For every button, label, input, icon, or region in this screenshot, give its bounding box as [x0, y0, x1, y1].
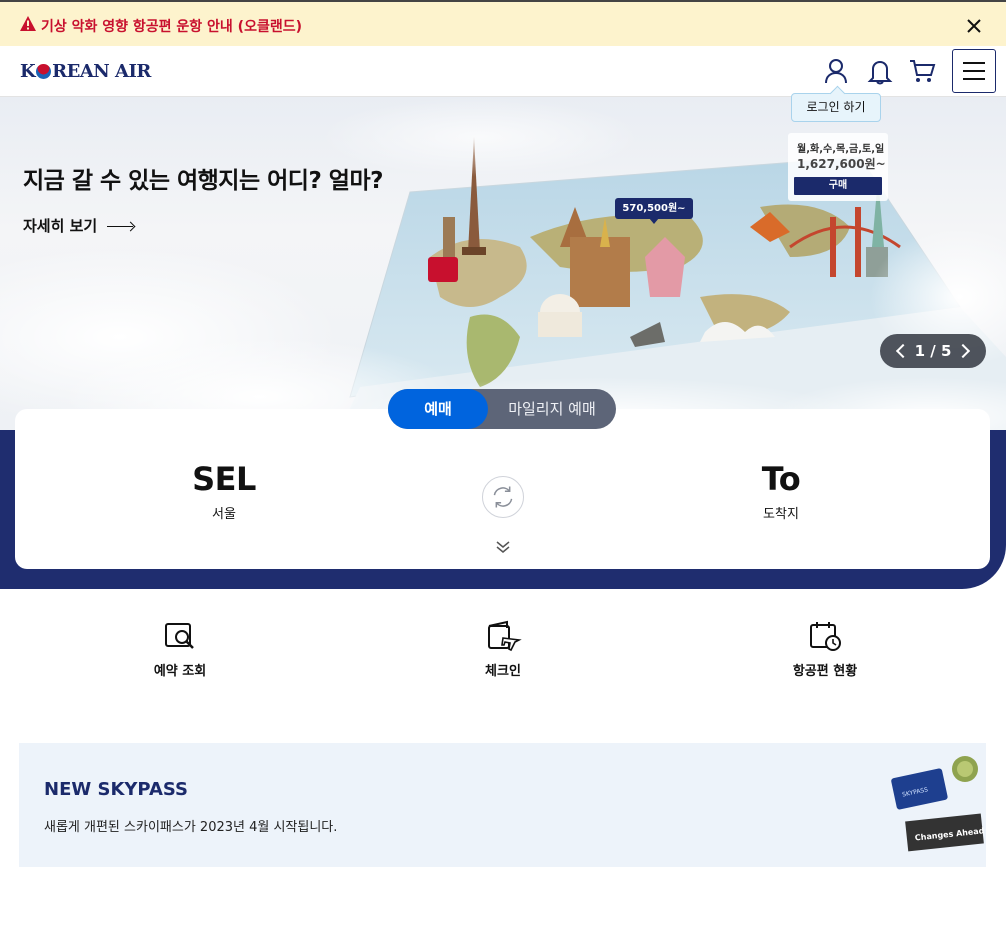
site-header: K REAN AIR [0, 46, 1006, 97]
bell-icon[interactable] [866, 57, 894, 85]
menu-line [963, 78, 985, 80]
fare-days: 월,화,수,목,금,토,일 [797, 144, 885, 155]
menu-icon[interactable] [952, 49, 996, 93]
banner-title: NEW SKYPASS [44, 779, 189, 800]
quick-booking-search[interactable]: 예약 조회 [110, 620, 250, 679]
chevron-double-down-icon[interactable] [495, 540, 511, 554]
weather-alert-bar: 기상 악화 영향 항공편 운항 안내 (오클랜드) [0, 0, 1006, 46]
logo-text-k: K [20, 60, 36, 82]
fare-price: 1,627,600원~ [797, 157, 886, 171]
pager-current: 1 [914, 342, 926, 360]
quick-flight-status[interactable]: 항공편 현황 [755, 620, 895, 679]
checkin-icon [488, 620, 522, 652]
destination-city: 도착지 [763, 507, 799, 522]
hero-pager: 1 / 5 [880, 334, 986, 368]
close-icon[interactable] [964, 16, 984, 36]
hero-more-link[interactable]: 자세히 보기 [23, 215, 135, 236]
skypass-card-illustration: SKYPASS Changes Ahead [891, 756, 985, 852]
hero-more-label: 자세히 보기 [23, 217, 98, 235]
booking-tabs: 예매 마일리지 예매 [388, 389, 616, 429]
quick-checkin[interactable]: 체크인 [433, 620, 573, 679]
origin-city: 서울 [212, 507, 236, 522]
chevron-left-icon[interactable] [895, 343, 911, 359]
hero-banner[interactable]: 지금 갈 수 있는 여행지는 어디? 얼마? 자세히 보기 570,500원~ … [0, 97, 1006, 430]
swap-icon[interactable] [482, 476, 524, 518]
flight-status-icon [810, 622, 841, 651]
fare-ad-card: 월,화,수,목,금,토,일 1,627,600원~ 구매 [788, 133, 888, 201]
banner-description: 새롭게 개편된 스카이패스가 2023년 4월 시작됩니다. [44, 820, 338, 835]
destination-airport[interactable]: To 도착지 [701, 460, 861, 522]
origin-airport[interactable]: SEL 서울 [144, 460, 304, 522]
tab-booking[interactable]: 예매 [388, 389, 488, 429]
login-tooltip[interactable]: 로그인 하기 [791, 93, 881, 122]
alert-message[interactable]: 기상 악화 영향 항공편 운항 안내 (오클랜드) [41, 16, 302, 36]
origin-code: SEL [192, 460, 256, 498]
quick-booking-search-label: 예약 조회 [153, 664, 207, 679]
warning-icon [20, 16, 36, 31]
menu-line [963, 62, 985, 64]
pager-separator: / [930, 342, 936, 360]
korean-air-logo[interactable]: K REAN AIR [20, 59, 151, 83]
cart-icon[interactable] [908, 57, 936, 85]
quick-checkin-label: 체크인 [485, 664, 521, 679]
price-tag: 570,500원~ [615, 198, 693, 224]
hero-title: 지금 갈 수 있는 여행지는 어디? 얼마? [23, 168, 383, 194]
skypass-banner[interactable]: NEW SKYPASS 새롭게 개편된 스카이패스가 2023년 4월 시작됩니… [19, 743, 986, 867]
booking-search-icon [165, 623, 194, 649]
taegeuk-logo-icon [36, 63, 52, 79]
menu-line [963, 70, 985, 72]
tab-mileage-booking[interactable]: 마일리지 예매 [488, 389, 616, 429]
buy-button[interactable]: 구매 [794, 177, 882, 195]
logo-text-rest: REAN AIR [52, 60, 151, 82]
chevron-right-icon[interactable] [955, 343, 971, 359]
arrow-right-icon [107, 221, 135, 231]
pager-total: 5 [940, 342, 952, 360]
pager-count: 1 / 5 [915, 342, 952, 360]
quick-flight-status-label: 항공편 현황 [792, 664, 858, 679]
destination-code: To [761, 460, 801, 498]
user-icon[interactable] [822, 57, 850, 85]
